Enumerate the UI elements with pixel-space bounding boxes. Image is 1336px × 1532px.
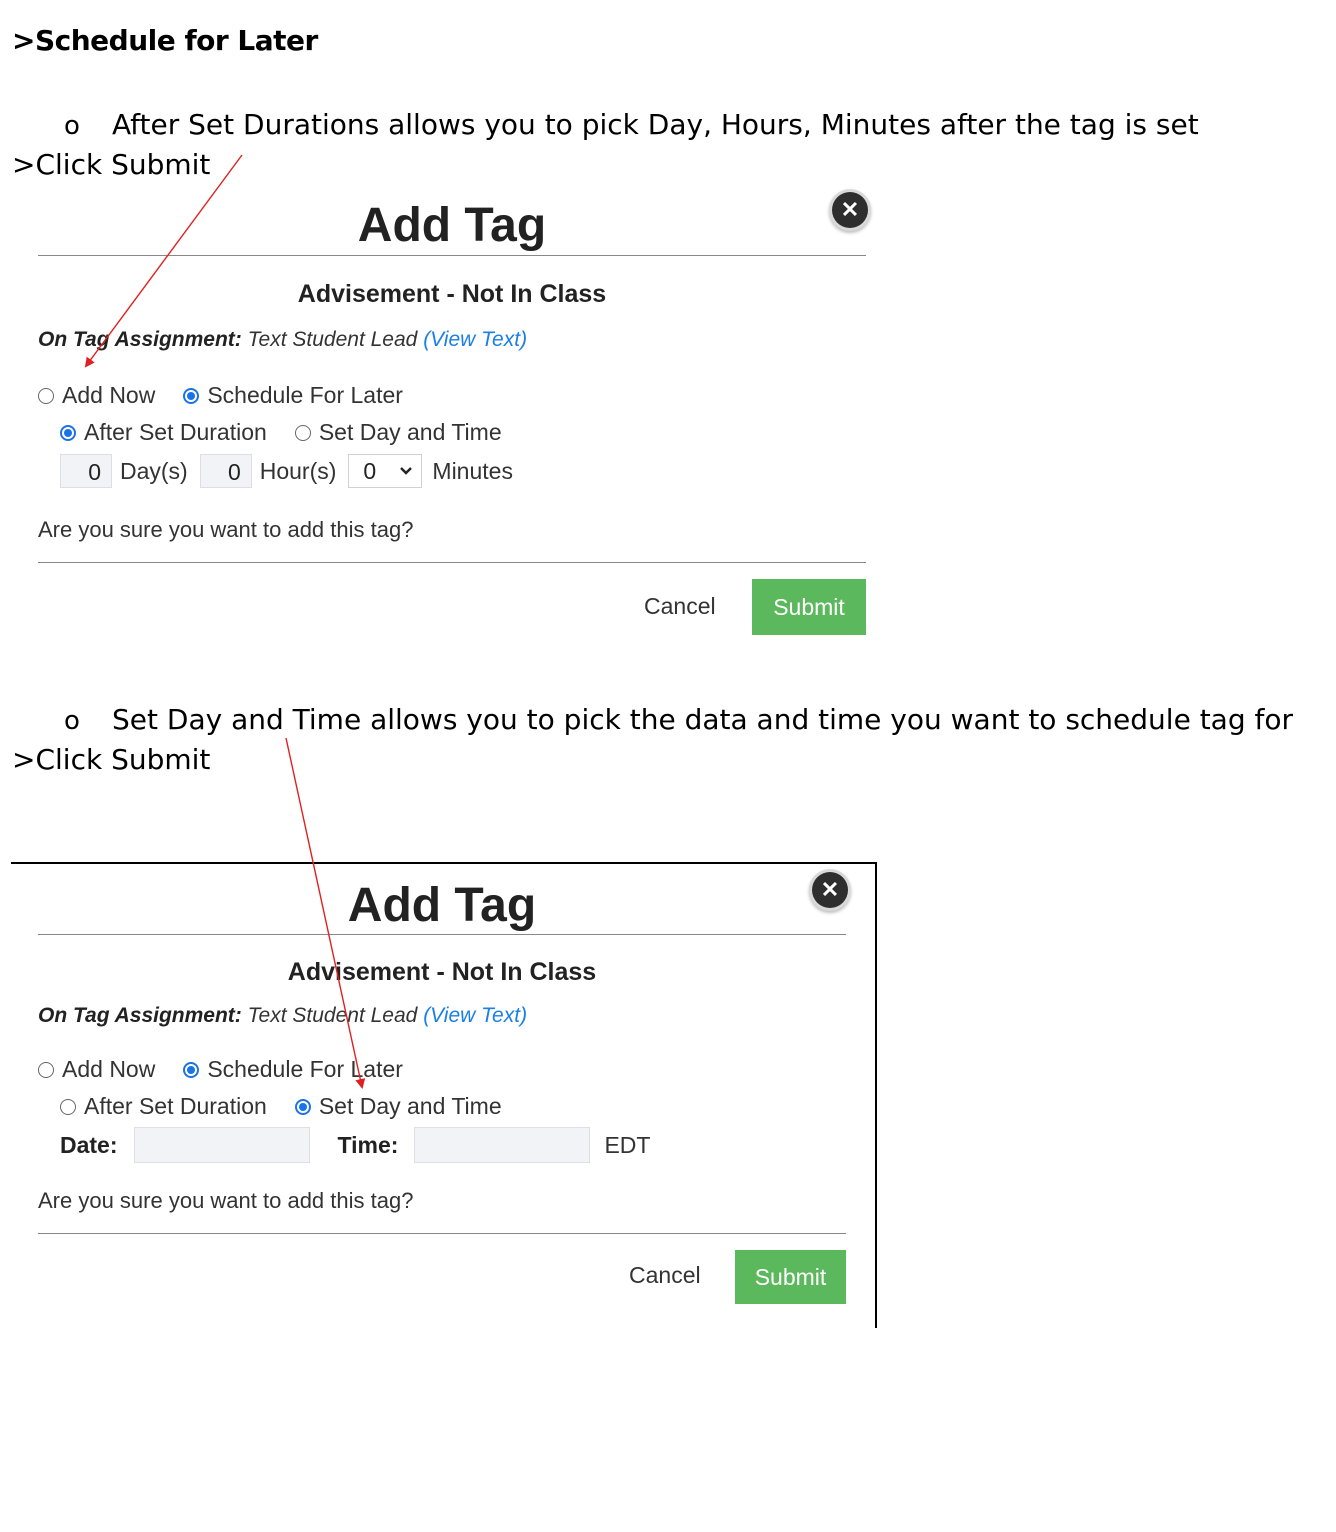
radio-add-now[interactable]: Add Now [38, 382, 155, 409]
radio-set-day-time[interactable]: Set Day and Time [294, 1093, 502, 1120]
days-label: Day(s) [120, 457, 188, 484]
mode-radio-group: Add Now Schedule For Later [38, 382, 431, 409]
view-text-link[interactable]: (View Text) [423, 1004, 527, 1027]
timing-radio-group: After Set Duration Set Day and Time [60, 419, 530, 446]
section-heading: >Schedule for Later [12, 24, 318, 57]
time-input[interactable] [414, 1127, 591, 1163]
add-tag-modal-day-time: Add Tag ✕ Advisement - Not In Class On T… [38, 868, 868, 1318]
tag-assignment: On Tag Assignment: Text Student Lead (Vi… [38, 328, 527, 352]
radio-schedule-later[interactable]: Schedule For Later [183, 1056, 403, 1083]
duration-inputs: 0 Day(s) 0 Hour(s) 0 Minutes [60, 454, 513, 488]
hours-label: Hour(s) [259, 457, 337, 484]
hours-input[interactable]: 0 [199, 454, 252, 488]
radio-label: Set Day and Time [318, 1093, 502, 1119]
minutes-label: Minutes [432, 457, 513, 484]
radio-label: Set Day and Time [318, 419, 502, 445]
footer-divider [38, 562, 866, 563]
submit-button[interactable]: Submit [735, 1250, 846, 1304]
mode-radio-group: Add Now Schedule For Later [38, 1056, 431, 1083]
close-icon[interactable]: ✕ [812, 872, 848, 908]
radio-unchecked-icon [294, 424, 311, 441]
bullet-mark: o [64, 111, 80, 141]
radio-label: After Set Duration [84, 1093, 267, 1119]
instruction-click-submit: >Click Submit [12, 743, 211, 776]
minutes-select[interactable]: 0 [348, 454, 423, 488]
header-divider [38, 934, 846, 935]
chevron-down-icon [400, 467, 413, 475]
radio-label: Add Now [62, 1056, 156, 1082]
bullet-text: After Set Durations allows you to pick D… [112, 108, 1199, 141]
timing-radio-group: After Set Duration Set Day and Time [60, 1093, 530, 1120]
screenshot-frame-right [875, 862, 877, 1328]
cancel-button[interactable]: Cancel [644, 593, 716, 620]
tag-assignment: On Tag Assignment: Text Student Lead (Vi… [38, 1004, 527, 1028]
time-label: Time: [337, 1131, 399, 1158]
radio-unchecked-icon [60, 1098, 76, 1115]
modal-title: Add Tag [357, 199, 547, 252]
radio-checked-icon [183, 387, 200, 404]
assignment-value: Text Student Lead [247, 1004, 418, 1027]
radio-checked-icon [294, 1098, 311, 1115]
radio-after-set-duration[interactable]: After Set Duration [60, 1093, 267, 1120]
close-icon[interactable]: ✕ [832, 192, 868, 228]
tag-name: Advisement - Not In Class [287, 958, 597, 986]
radio-checked-icon [183, 1061, 200, 1078]
date-input[interactable] [133, 1127, 310, 1163]
cancel-button[interactable]: Cancel [629, 1262, 701, 1289]
radio-set-day-time[interactable]: Set Day and Time [294, 419, 502, 446]
footer-divider [38, 1233, 846, 1234]
minutes-value: 0 [363, 457, 377, 484]
submit-button[interactable]: Submit [752, 579, 866, 635]
bullet-item-day-time: o Set Day and Time allows you to pick the… [12, 703, 1293, 736]
date-label: Date: [60, 1131, 118, 1158]
radio-label: Schedule For Later [207, 382, 403, 408]
assignment-label: On Tag Assignment: [38, 1004, 242, 1027]
radio-label: Add Now [62, 382, 156, 408]
radio-after-set-duration[interactable]: After Set Duration [60, 419, 267, 446]
assignment-label: On Tag Assignment: [38, 328, 242, 351]
radio-add-now[interactable]: Add Now [38, 1056, 155, 1083]
add-tag-modal-duration: Add Tag ✕ Advisement - Not In Class On T… [38, 190, 868, 640]
radio-label: After Set Duration [84, 419, 267, 445]
modal-title: Add Tag [347, 879, 537, 932]
header-divider [38, 255, 866, 256]
tag-name: Advisement - Not In Class [297, 280, 607, 308]
radio-schedule-later[interactable]: Schedule For Later [183, 382, 403, 409]
days-input[interactable]: 0 [60, 454, 112, 488]
bullet-mark: o [64, 706, 80, 736]
assignment-value: Text Student Lead [247, 328, 418, 351]
confirm-text: Are you sure you want to add this tag? [38, 517, 414, 542]
timezone-label: EDT [604, 1131, 651, 1158]
bullet-item-duration: o After Set Durations allows you to pick … [12, 108, 1199, 141]
instruction-click-submit: >Click Submit [12, 148, 211, 181]
radio-unchecked-icon [38, 387, 54, 404]
bullet-text: Set Day and Time allows you to pick the … [112, 703, 1294, 736]
confirm-text: Are you sure you want to add this tag? [38, 1188, 414, 1213]
view-text-link[interactable]: (View Text) [423, 328, 527, 351]
radio-unchecked-icon [38, 1061, 54, 1078]
radio-label: Schedule For Later [207, 1056, 403, 1082]
day-time-inputs: Date: Time: EDT [60, 1127, 650, 1163]
radio-checked-icon [60, 424, 76, 441]
screenshot-frame-top [11, 862, 877, 864]
